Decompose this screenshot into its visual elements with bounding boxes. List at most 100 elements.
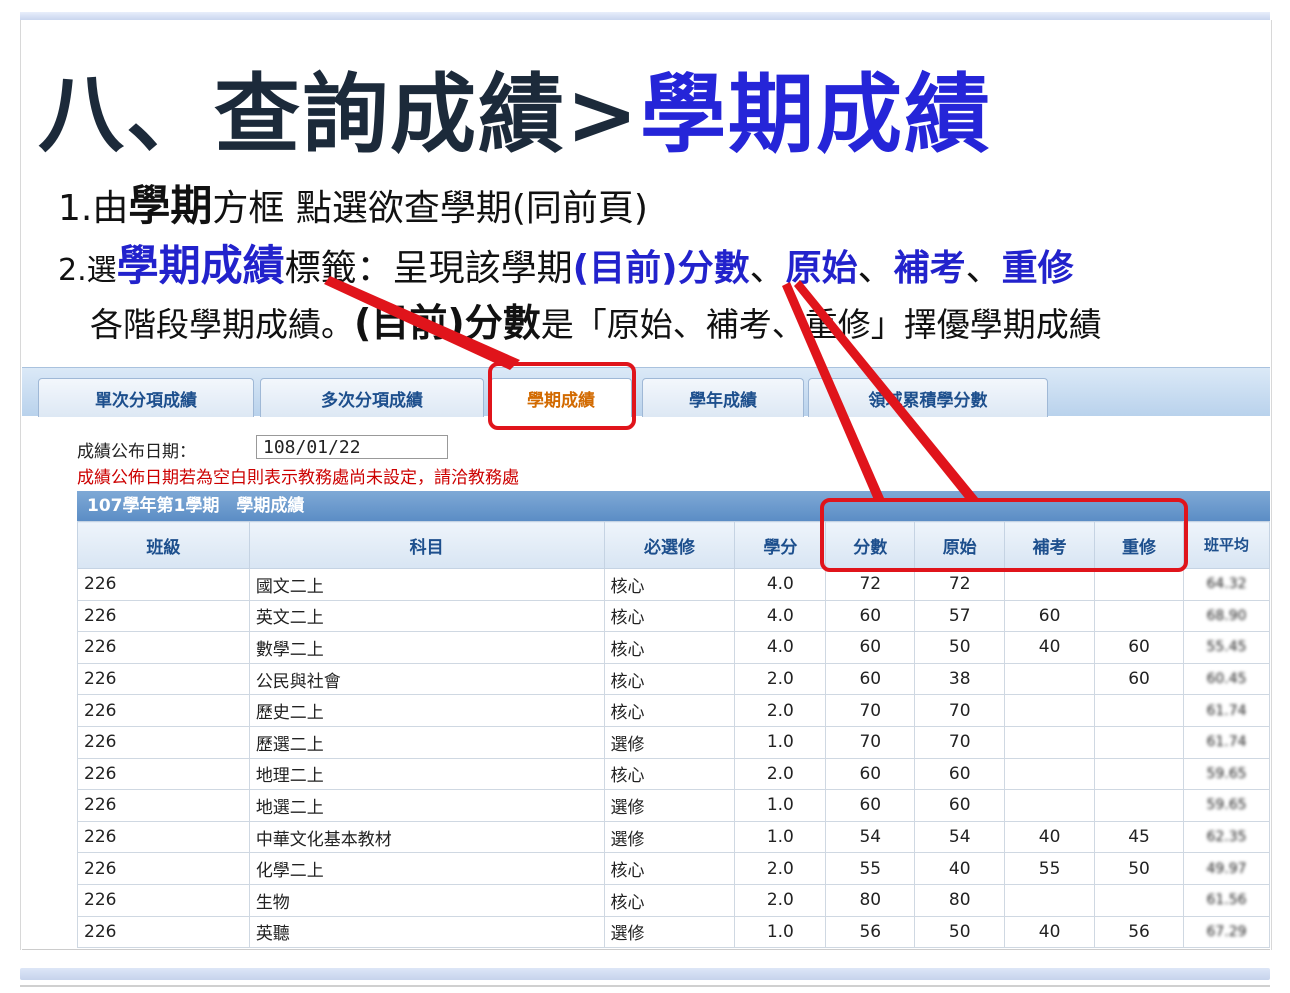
cell-required-elective: 選修 bbox=[603, 789, 736, 822]
cell-credits: 2.0 bbox=[734, 883, 827, 917]
cell-subject: 生物 bbox=[248, 883, 605, 917]
cell-retake: 60 bbox=[1094, 631, 1184, 664]
cell-subject: 中華文化基本教材 bbox=[248, 820, 605, 854]
cell-class-average: 60.45 bbox=[1183, 662, 1270, 696]
cell-original: 60 bbox=[914, 789, 1006, 822]
cell-class-average: 61.56 bbox=[1183, 883, 1270, 917]
publish-date-field: 108/01/22 bbox=[256, 435, 448, 459]
slide-title: 八、查詢成績>學期成績 bbox=[38, 44, 992, 169]
table-row: 226 英聽 選修 1.0 56 50 40 56 67.29 bbox=[77, 915, 1270, 949]
title-prefix: 八、查詢成績> bbox=[38, 65, 641, 165]
cell-subject: 英聽 bbox=[248, 915, 605, 949]
line1-bold: 學期 bbox=[128, 181, 213, 230]
cell-retake bbox=[1094, 568, 1184, 601]
slide-bottom-bar bbox=[20, 968, 1270, 980]
cell-score: 54 bbox=[825, 820, 916, 854]
cell-credits: 1.0 bbox=[734, 725, 827, 759]
annotation-box-semester-tab bbox=[488, 362, 636, 430]
cell-original: 80 bbox=[914, 883, 1006, 917]
cell-class: 226 bbox=[77, 662, 250, 696]
instruction-line-2: 2.選學期成績標籤：呈現該學期(目前)分數、原始、補考、重修 bbox=[58, 232, 1074, 293]
header-required-elective: 必選修 bbox=[603, 521, 736, 569]
cell-class-average: 64.32 bbox=[1183, 568, 1270, 601]
cell-credits: 1.0 bbox=[734, 915, 827, 949]
cell-makeup bbox=[1004, 789, 1096, 822]
cell-original: 57 bbox=[914, 599, 1006, 633]
cell-required-elective: 核心 bbox=[603, 883, 736, 917]
line2-b4: 重修 bbox=[1001, 248, 1074, 289]
cell-subject: 歷史二上 bbox=[248, 694, 605, 727]
line1-rest: 方框 點選欲查學期(同前頁) bbox=[212, 188, 648, 229]
cell-class: 226 bbox=[77, 568, 250, 601]
cell-score: 60 bbox=[825, 757, 916, 791]
cell-makeup bbox=[1004, 883, 1096, 917]
table-row: 226 英文二上 核心 4.0 60 57 60 68.90 bbox=[77, 599, 1270, 633]
cell-required-elective: 選修 bbox=[603, 725, 736, 759]
cell-class: 226 bbox=[77, 852, 250, 885]
cell-subject: 英文二上 bbox=[248, 599, 605, 633]
line2-mid: 標籤：呈現該學期 bbox=[284, 248, 573, 289]
cell-score: 60 bbox=[825, 662, 916, 696]
cell-required-elective: 核心 bbox=[603, 852, 736, 885]
tab-strip: 單次分項成績 多次分項成績 學期成績 學年成績 領域累積學分數 bbox=[22, 367, 1270, 417]
cell-makeup bbox=[1004, 662, 1096, 696]
cell-credits: 2.0 bbox=[734, 852, 827, 885]
tab-accumulated-credits[interactable]: 領域累積學分數 bbox=[808, 378, 1048, 417]
table-row: 226 地理二上 核心 2.0 60 60 59.65 bbox=[77, 757, 1270, 791]
cell-score: 60 bbox=[825, 789, 916, 822]
cell-class-average: 55.45 bbox=[1183, 631, 1270, 664]
cell-makeup bbox=[1004, 757, 1096, 791]
cell-class: 226 bbox=[77, 789, 250, 822]
cell-required-elective: 核心 bbox=[603, 757, 736, 791]
cell-credits: 4.0 bbox=[734, 631, 827, 664]
line2-b2: 原始 bbox=[785, 248, 858, 289]
cell-required-elective: 核心 bbox=[603, 631, 736, 664]
cell-makeup: 40 bbox=[1004, 915, 1096, 949]
table-row: 226 國文二上 核心 4.0 72 72 64.32 bbox=[77, 568, 1270, 601]
cell-makeup bbox=[1004, 568, 1096, 601]
table-row: 226 歷史二上 核心 2.0 70 70 61.74 bbox=[77, 694, 1270, 727]
cell-makeup: 55 bbox=[1004, 852, 1096, 885]
line2-s1: 、 bbox=[749, 248, 786, 289]
cell-retake: 60 bbox=[1094, 662, 1184, 696]
line2-s2: 、 bbox=[857, 248, 894, 289]
tab-school-year-grades[interactable]: 學年成績 bbox=[642, 378, 804, 417]
cell-makeup: 40 bbox=[1004, 820, 1096, 854]
cell-credits: 2.0 bbox=[734, 757, 827, 791]
cell-makeup: 40 bbox=[1004, 631, 1096, 664]
cell-original: 54 bbox=[914, 820, 1006, 854]
cell-credits: 4.0 bbox=[734, 599, 827, 633]
cell-original: 60 bbox=[914, 757, 1006, 791]
table-row: 226 地選二上 選修 1.0 60 60 59.65 bbox=[77, 789, 1270, 822]
cell-subject: 地理二上 bbox=[248, 757, 605, 791]
cell-class-average: 67.29 bbox=[1183, 915, 1270, 949]
cell-credits: 2.0 bbox=[734, 694, 827, 727]
cell-makeup bbox=[1004, 694, 1096, 727]
cell-subject: 數學二上 bbox=[248, 631, 605, 664]
line2-b1: (目前)分數 bbox=[572, 248, 750, 289]
cell-score: 80 bbox=[825, 883, 916, 917]
table-row: 226 公民與社會 核心 2.0 60 38 60 60.45 bbox=[77, 662, 1270, 696]
table-row: 226 化學二上 核心 2.0 55 40 55 50 49.97 bbox=[77, 852, 1270, 885]
table-row: 226 歷選二上 選修 1.0 70 70 61.74 bbox=[77, 725, 1270, 759]
cell-original: 70 bbox=[914, 725, 1006, 759]
cell-credits: 2.0 bbox=[734, 662, 827, 696]
cell-class-average: 59.65 bbox=[1183, 789, 1270, 822]
tab-multi-item-grades[interactable]: 多次分項成績 bbox=[260, 378, 484, 417]
cell-score: 55 bbox=[825, 852, 916, 885]
cell-score: 70 bbox=[825, 694, 916, 727]
table-row: 226 中華文化基本教材 選修 1.0 54 54 40 45 62.35 bbox=[77, 820, 1270, 854]
tab-single-item-grades[interactable]: 單次分項成績 bbox=[38, 378, 254, 417]
line2-s3: 、 bbox=[965, 248, 1002, 289]
cell-required-elective: 核心 bbox=[603, 662, 736, 696]
cell-score: 72 bbox=[825, 568, 916, 601]
table-row: 226 數學二上 核心 4.0 60 50 40 60 55.45 bbox=[77, 631, 1270, 664]
grades-table: 班級 科目 必選修 學分 分數 原始 補考 重修 班平均 226 國文二上 核心 4.… bbox=[77, 521, 1270, 949]
header-class-average: 班平均 bbox=[1183, 521, 1270, 569]
cell-class-average: 61.74 bbox=[1183, 725, 1270, 759]
cell-retake bbox=[1094, 757, 1184, 791]
header-subject: 科目 bbox=[248, 521, 605, 569]
instruction-line-3: 各階段學期成績。(目前)分數是「原始、補考、重修」擇優學期成績 bbox=[90, 292, 1102, 347]
cell-required-elective: 核心 bbox=[603, 694, 736, 727]
cell-class: 226 bbox=[77, 694, 250, 727]
